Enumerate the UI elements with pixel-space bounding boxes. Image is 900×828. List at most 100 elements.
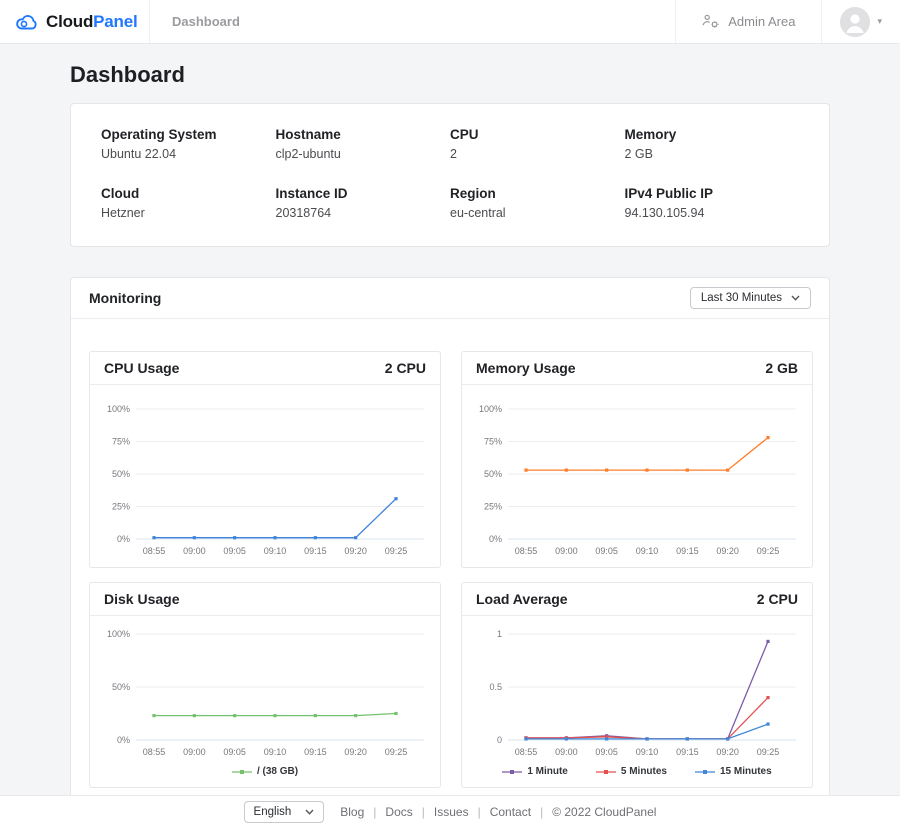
svg-text:08:55: 08:55 [143,546,166,556]
chart-title: Disk Usage [104,591,180,607]
svg-text:09:25: 09:25 [757,747,780,757]
svg-text:09:00: 09:00 [183,747,206,757]
legend-item: / (38 GB) [231,766,298,777]
svg-text:09:05: 09:05 [223,747,246,757]
svg-text:08:55: 08:55 [515,546,538,556]
info-field-instance-id: Instance ID 20318764 [275,186,348,220]
admin-area-label: Admin Area [728,14,796,29]
monitoring-charts: CPU Usage 2 CPU 0% 25% 50% 75% 100% 08:55 09:0… [71,319,829,795]
monitoring-card: Monitoring Last 30 Minutes CPU Usage 2 C… [70,277,830,795]
svg-text:09:15: 09:15 [304,546,327,556]
svg-text:0%: 0% [117,735,130,745]
footer-links: Blog | Docs | Issues | Contact | © 2022 CloudPan… [340,805,656,819]
svg-text:25%: 25% [112,502,130,512]
chart-title: CPU Usage [104,360,180,376]
svg-text:25%: 25% [484,502,502,512]
chart-annotation: 2 CPU [756,591,798,607]
svg-text:09:00: 09:00 [555,747,578,757]
svg-text:09:15: 09:15 [676,546,699,556]
copyright-text: © 2022 CloudPanel [552,805,657,819]
disk-usage-chart-card: Disk Usage 0% 50% 100% 08:55 09:00 09:05 09:10… [89,582,441,788]
svg-text:09:05: 09:05 [595,747,618,757]
breadcrumb: Dashboard [172,14,240,29]
monitoring-title: Monitoring [89,290,162,306]
legend-item: 5 Minutes [595,766,667,777]
svg-text:09:10: 09:10 [264,747,287,757]
svg-text:09:20: 09:20 [344,747,367,757]
footer-separator: | [373,805,377,819]
cpu-usage-chart-card: CPU Usage 2 CPU 0% 25% 50% 75% 100% 08:55 09:0… [89,351,441,568]
language-select[interactable]: English [243,801,325,823]
svg-text:0: 0 [497,735,502,745]
info-field-os: Operating System Ubuntu 22.04 [101,127,217,161]
chart-annotation: 2 CPU [384,360,426,376]
svg-text:50%: 50% [112,682,130,692]
svg-text:08:55: 08:55 [515,747,538,757]
chart-title: Memory Usage [476,360,576,376]
svg-text:09:00: 09:00 [183,546,206,556]
svg-text:09:15: 09:15 [676,747,699,757]
info-field-cpu: CPU 2 [450,127,479,161]
load-average-chart: 0 0.5 1 08:55 09:00 09:05 09:10 09:15 09:20 09:25… [462,616,812,787]
chart-annotation: 2 GB [765,360,798,376]
footer-separator: | [421,805,425,819]
footer-separator: | [540,805,544,819]
footer-link-docs[interactable]: Docs [385,805,412,819]
svg-text:100%: 100% [107,404,130,414]
footer: English Blog | Docs | Issues | Contact | © 2022 … [0,795,900,828]
footer-link-blog[interactable]: Blog [340,805,364,819]
memory-usage-chart: 0% 25% 50% 75% 100% 08:55 09:00 09:05 09:10 09:15… [462,385,812,567]
svg-text:09:00: 09:00 [555,546,578,556]
svg-text:09:15: 09:15 [304,747,327,757]
chart-title: Load Average [476,591,568,607]
users-gear-icon [702,14,720,29]
svg-text:50%: 50% [112,469,130,479]
svg-text:09:25: 09:25 [385,546,408,556]
time-range-select[interactable]: Last 30 Minutes [689,287,811,309]
footer-link-contact[interactable]: Contact [490,805,531,819]
svg-text:09:25: 09:25 [385,747,408,757]
brand-logo[interactable]: CloudPanel [0,0,150,43]
disk-usage-chart: 0% 50% 100% 08:55 09:00 09:05 09:10 09:15 09:20 0… [90,616,440,787]
legend-item: 15 Minutes [695,766,772,777]
svg-text:50%: 50% [484,469,502,479]
footer-link-issues[interactable]: Issues [434,805,469,819]
svg-text:75%: 75% [112,437,130,447]
monitoring-header: Monitoring Last 30 Minutes [71,278,829,319]
svg-text:0%: 0% [117,534,130,544]
info-field-hostname: Hostname clp2-ubuntu [275,127,341,161]
svg-text:09:10: 09:10 [636,747,659,757]
info-field-region: Region eu-central [450,186,506,220]
svg-text:1: 1 [497,629,502,639]
svg-text:09:05: 09:05 [595,546,618,556]
avatar [840,6,871,37]
system-info-card: Operating System Ubuntu 22.04 Hostname c… [70,103,830,247]
chevron-down-icon [791,295,800,301]
user-menu-button[interactable]: ▾ [821,0,900,43]
svg-text:09:05: 09:05 [223,546,246,556]
info-field-ipv4: IPv4 Public IP 94.130.105.94 [624,186,714,220]
svg-text:09:20: 09:20 [716,747,739,757]
svg-text:08:55: 08:55 [143,747,166,757]
svg-text:09:10: 09:10 [636,546,659,556]
info-field-memory: Memory 2 GB [624,127,677,161]
svg-text:09:10: 09:10 [264,546,287,556]
main-content: Dashboard Operating System Ubuntu 22.04 … [0,44,900,795]
legend-marker-icon [595,769,616,774]
svg-text:09:20: 09:20 [344,546,367,556]
legend-marker-icon [502,769,523,774]
legend-item: 1 Minute [502,766,568,777]
load-average-chart-card: Load Average 2 CPU 0 0.5 1 08:55 09:00 09:05 0… [461,582,813,788]
svg-text:100%: 100% [479,404,502,414]
svg-text:0%: 0% [489,534,502,544]
admin-area-button[interactable]: Admin Area [675,0,821,43]
cpu-usage-chart: 0% 25% 50% 75% 100% 08:55 09:00 09:05 09:10 09:15… [90,385,440,567]
memory-usage-chart-card: Memory Usage 2 GB 0% 25% 50% 75% 100% 08:55 09… [461,351,813,568]
footer-separator: | [477,805,481,819]
page-title: Dashboard [70,62,185,87]
svg-text:09:25: 09:25 [757,546,780,556]
chevron-down-icon [305,809,314,815]
legend-marker-icon [695,769,715,774]
svg-text:100%: 100% [107,629,130,639]
svg-text:0.5: 0.5 [489,682,502,692]
